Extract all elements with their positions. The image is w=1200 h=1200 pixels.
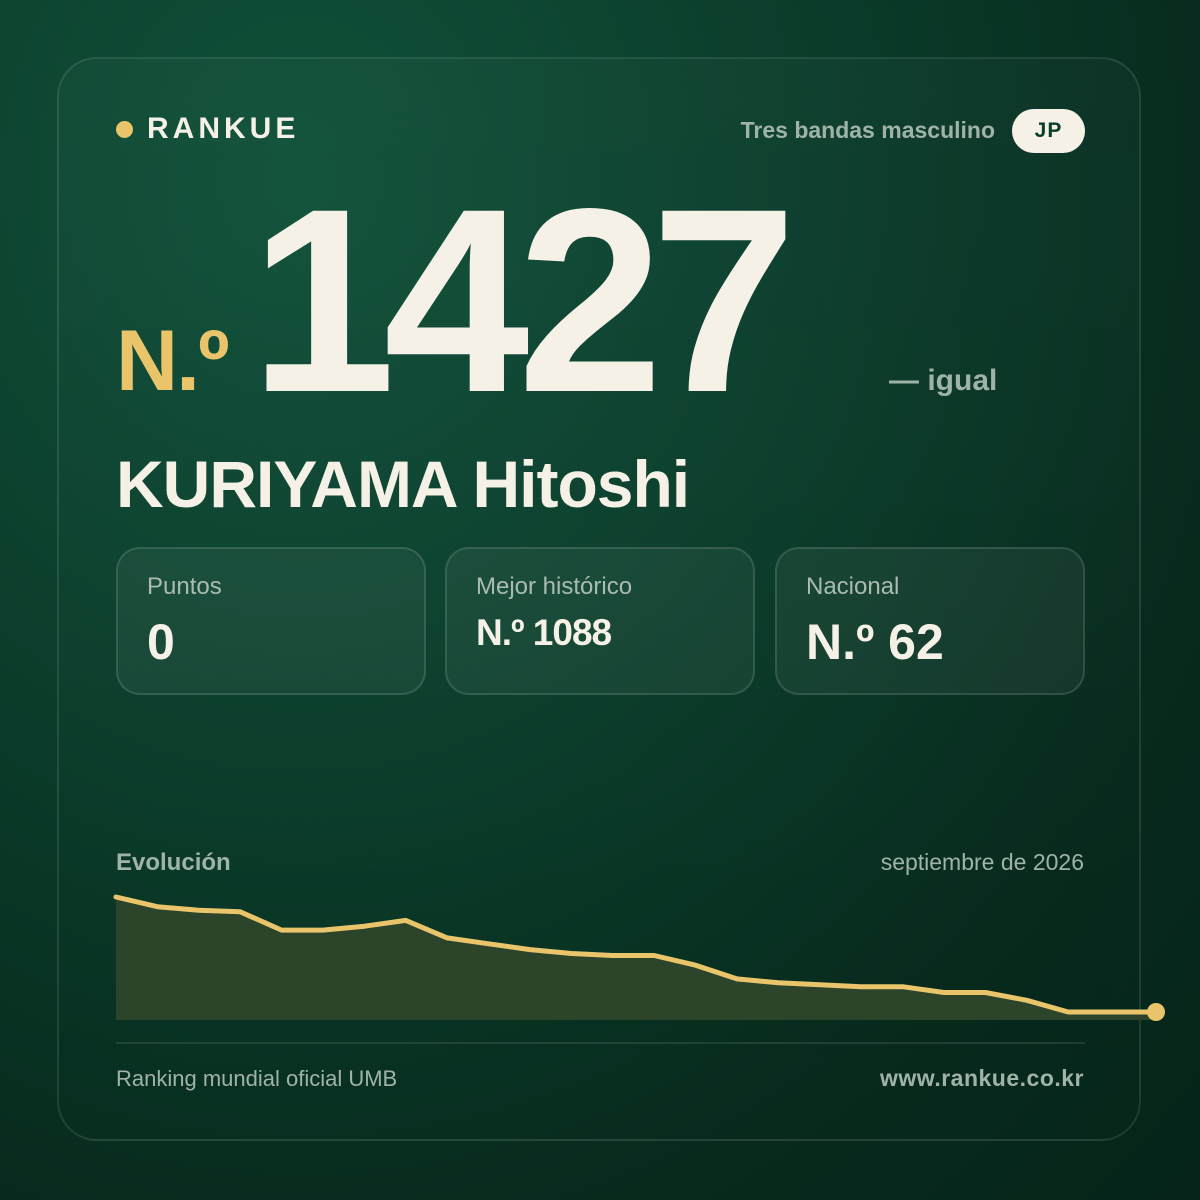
stat-label: Mejor histórico bbox=[476, 573, 633, 600]
footer-divider bbox=[116, 1042, 1085, 1044]
evolution-title: Evolución bbox=[116, 849, 231, 876]
evolution-date: septiembre de 2026 bbox=[880, 849, 1084, 875]
player-name: KURIYAMA Hitoshi bbox=[116, 447, 690, 521]
stat-box-best: Mejor histórico N.º 1088 bbox=[445, 547, 755, 695]
stat-label: Puntos bbox=[147, 573, 222, 600]
rank-prefix: N.º bbox=[116, 313, 229, 409]
rank-number: 1427 bbox=[250, 154, 797, 447]
brand-logo: RANKUE bbox=[116, 112, 299, 146]
stat-label: Nacional bbox=[806, 573, 900, 600]
brand-name: RANKUE bbox=[147, 112, 300, 145]
stat-box-national: Nacional N.º 62 bbox=[775, 547, 1085, 695]
category-label: Tres bandas masculino bbox=[740, 117, 995, 143]
rank-change: — igual bbox=[889, 364, 998, 397]
stat-box-points: Puntos 0 bbox=[116, 547, 426, 695]
evolution-area bbox=[116, 897, 1151, 1020]
evolution-end-point bbox=[1147, 1003, 1165, 1021]
footer-url[interactable]: www.rankue.co.kr bbox=[880, 1065, 1084, 1092]
stat-value: N.º 62 bbox=[806, 614, 944, 670]
stat-value: N.º 1088 bbox=[476, 612, 612, 653]
evolution-chart bbox=[113, 894, 1165, 1021]
stat-value: 0 bbox=[147, 614, 175, 670]
country-badge: JP bbox=[1012, 109, 1085, 153]
brand-dot-icon bbox=[116, 120, 133, 138]
footer-source: Ranking mundial oficial UMB bbox=[116, 1066, 398, 1091]
